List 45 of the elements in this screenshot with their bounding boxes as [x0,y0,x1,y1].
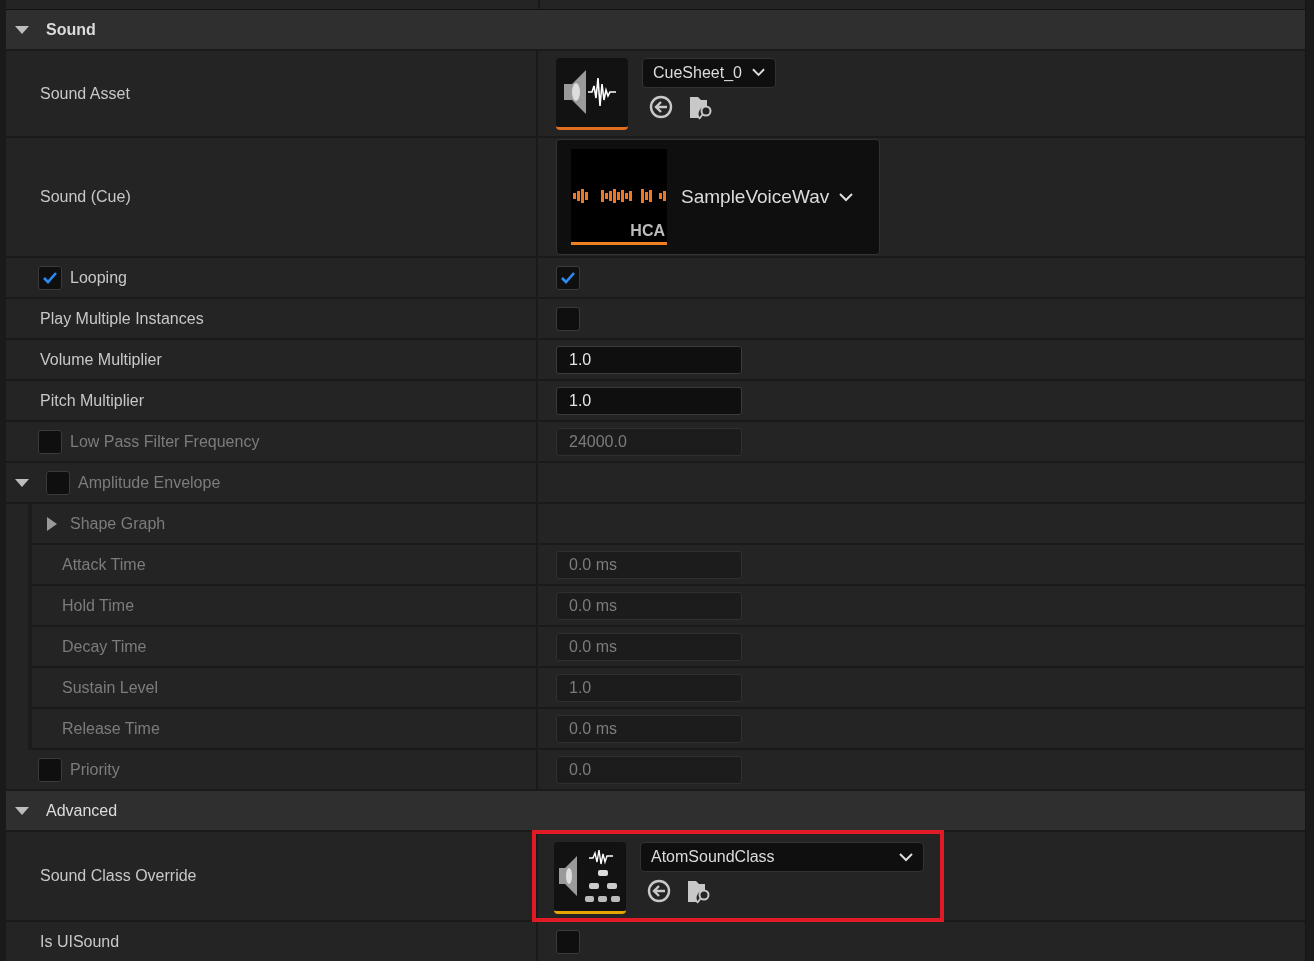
collapse-arrow-icon[interactable] [15,24,29,35]
property-label: Play Multiple Instances [40,309,204,328]
enable-checkbox[interactable] [38,265,62,290]
property-label: Volume Multiplier [40,350,162,369]
value-checkbox[interactable] [556,265,580,290]
collapse-arrow-icon[interactable] [15,477,29,488]
property-label: Sound (Cue) [40,188,131,206]
property-label: Sustain Level [62,678,159,697]
category-title: Sound [46,20,96,39]
browse-folder-icon[interactable] [686,878,712,904]
category-title: Advanced [46,801,118,820]
property-label: Looping [70,268,127,287]
property-label: Low Pass Filter Frequency [70,432,260,451]
property-label: Shape Graph [70,514,166,533]
expand-arrow-icon[interactable] [46,516,58,531]
enable-checkbox[interactable] [38,757,62,782]
enable-checkbox[interactable] [46,470,70,495]
collapse-arrow-icon[interactable] [15,805,29,816]
chevron-down-icon [751,68,765,77]
property-label: Hold Time [62,596,135,615]
chevron-down-icon [899,852,913,862]
property-label: Sound Class Override [40,867,197,885]
asset-thumbnail[interactable] [554,842,626,914]
cue-dropdown[interactable]: SampleVoiceWav [681,186,854,208]
value-checkbox[interactable] [556,929,580,954]
property-label: Release Time [62,719,160,738]
category-header[interactable]: Advanced [6,791,1305,832]
property-label: Priority [70,760,120,779]
asset-thumbnail[interactable] [556,57,628,130]
value-checkbox[interactable] [556,306,580,331]
category-header[interactable]: Sound [6,10,1305,51]
chevron-down-icon [839,192,854,202]
cue-thumbnail[interactable]: HCA [571,149,667,245]
asset-dropdown[interactable]: AtomSoundClass [640,842,924,872]
property-label: Decay Time [62,637,147,656]
number-field[interactable]: 1.0 [556,345,742,374]
property-label: Amplitude Envelope [78,473,221,492]
enable-checkbox[interactable] [38,429,62,454]
property-label: Sound Asset [40,84,130,103]
property-label: Attack Time [62,555,146,574]
format-label: HCA [630,222,665,240]
number-field[interactable]: 1.0 [556,386,742,415]
asset-dropdown[interactable]: CueSheet_0 [642,57,776,88]
property-label: Is UISound [40,932,120,951]
property-label: Pitch Multiplier [40,391,145,410]
